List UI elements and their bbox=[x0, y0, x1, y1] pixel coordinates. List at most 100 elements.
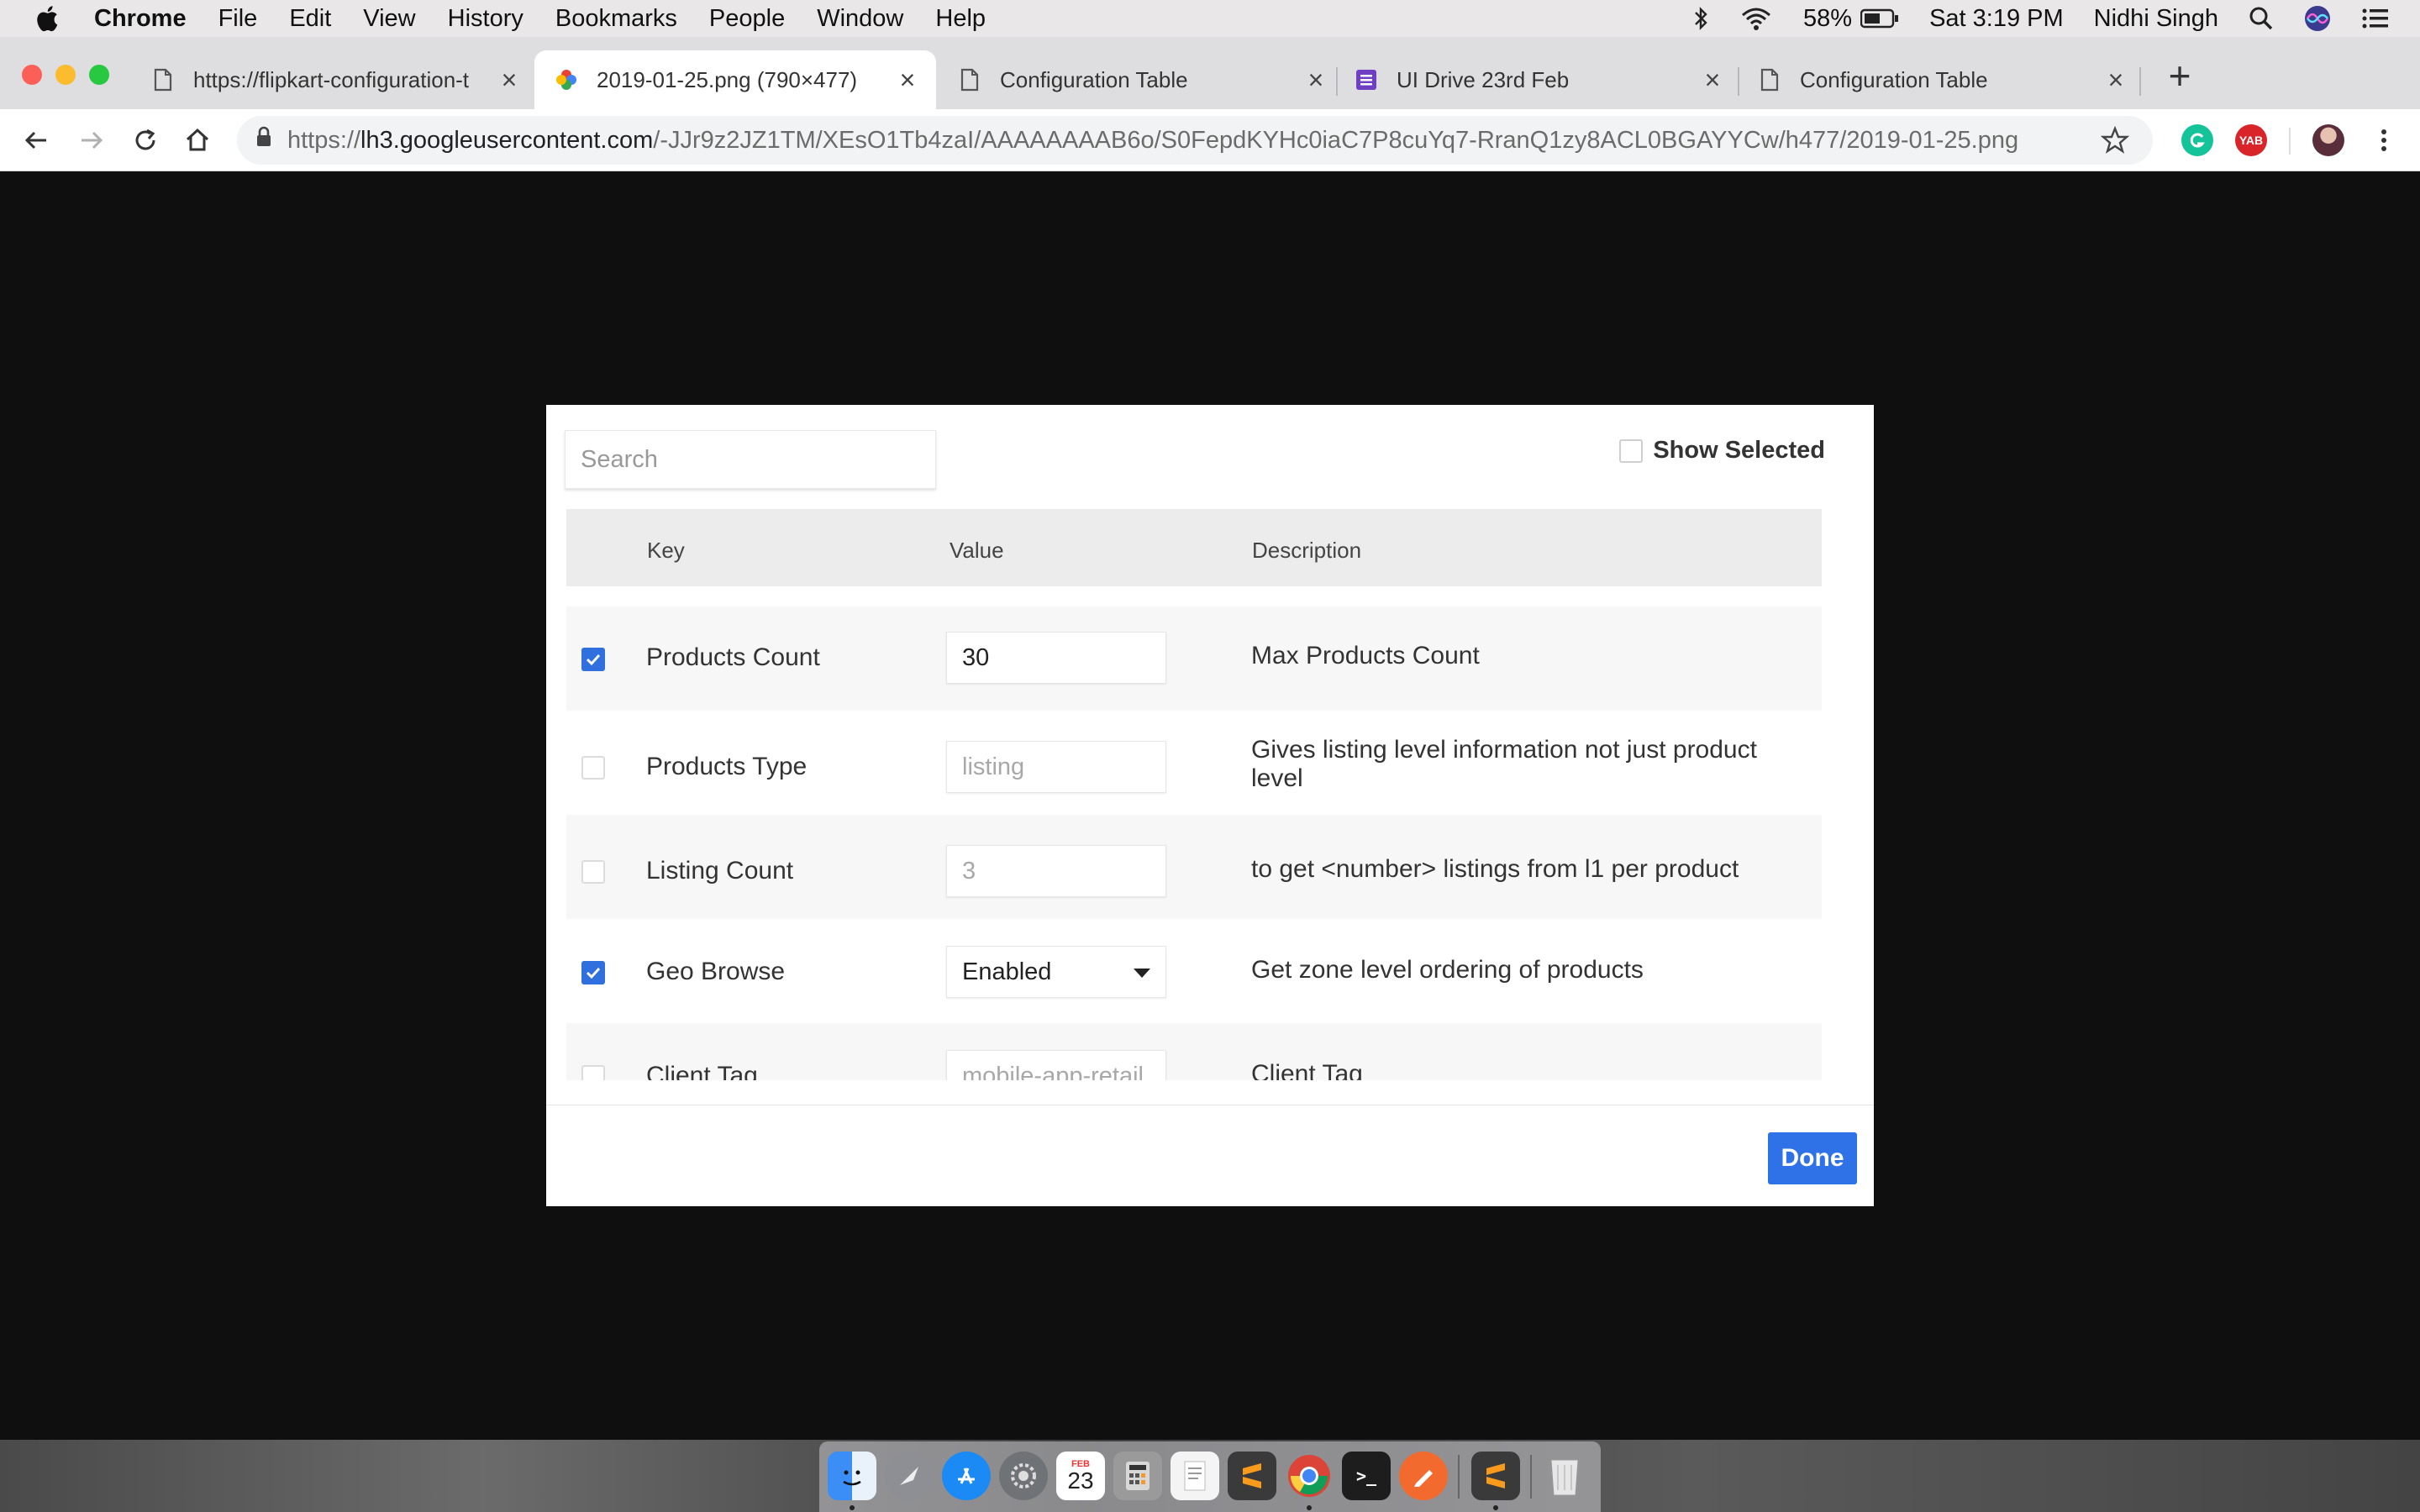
siri-icon[interactable] bbox=[2304, 5, 2331, 32]
sublime-text-icon[interactable] bbox=[1228, 1452, 1276, 1500]
trash-icon[interactable] bbox=[1540, 1452, 1589, 1500]
sublime-text-document-icon[interactable] bbox=[1471, 1452, 1520, 1500]
row-key: Client Tag bbox=[646, 1062, 758, 1080]
row-value-dropdown[interactable]: Enabled bbox=[946, 946, 1166, 998]
table-row: Client Tag mobile-app-retail Client Tag bbox=[566, 1023, 1822, 1080]
tab-title: Configuration Table bbox=[1800, 66, 1988, 92]
close-icon[interactable]: × bbox=[2104, 65, 2128, 95]
close-icon[interactable]: × bbox=[896, 65, 919, 95]
row-checkbox-unchecked[interactable] bbox=[581, 756, 605, 780]
show-selected-toggle[interactable]: Show Selected bbox=[1619, 437, 1825, 465]
show-selected-label: Show Selected bbox=[1653, 437, 1825, 464]
row-value-input[interactable]: 30 bbox=[946, 632, 1166, 684]
sheets-icon bbox=[1355, 68, 1378, 92]
calendar-icon[interactable]: FEB 23 bbox=[1056, 1452, 1105, 1500]
checkmark-icon bbox=[586, 654, 601, 666]
row-checkbox-unchecked[interactable] bbox=[581, 860, 605, 884]
column-header-description[interactable]: Description bbox=[1252, 538, 1361, 564]
reload-button[interactable] bbox=[129, 124, 161, 156]
wifi-icon[interactable] bbox=[1739, 6, 1773, 31]
new-tab-button[interactable]: + bbox=[2163, 56, 2196, 95]
running-indicator bbox=[1493, 1505, 1498, 1510]
row-value-input[interactable]: mobile-app-retail bbox=[946, 1050, 1166, 1080]
row-checkbox-checked[interactable] bbox=[581, 648, 605, 671]
close-icon[interactable]: × bbox=[497, 65, 521, 95]
menu-history[interactable]: History bbox=[448, 5, 523, 33]
close-icon[interactable]: × bbox=[1701, 65, 1724, 95]
dock: FEB 23 >_ bbox=[819, 1441, 1601, 1512]
done-button[interactable]: Done bbox=[1768, 1132, 1857, 1184]
lock-icon[interactable] bbox=[255, 126, 272, 155]
address-bar[interactable]: https://lh3.googleusercontent.com/-JJr9z… bbox=[237, 116, 2153, 165]
menu-view[interactable]: View bbox=[363, 5, 415, 33]
back-button[interactable] bbox=[20, 124, 52, 156]
grammarly-extension-icon[interactable] bbox=[2181, 124, 2213, 156]
tab-configuration-table-1[interactable]: Configuration Table × bbox=[958, 50, 1328, 109]
row-checkbox-unchecked[interactable] bbox=[581, 1065, 605, 1080]
launchpad-icon[interactable] bbox=[885, 1452, 934, 1500]
table-header: Key Value Description bbox=[566, 509, 1822, 586]
menu-window[interactable]: Window bbox=[817, 5, 903, 33]
menu-file[interactable]: File bbox=[218, 5, 258, 33]
chrome-icon[interactable] bbox=[1285, 1452, 1334, 1500]
window-minimize-button[interactable] bbox=[55, 65, 76, 85]
running-indicator bbox=[1307, 1505, 1312, 1510]
menu-chrome[interactable]: Chrome bbox=[94, 5, 187, 33]
notification-center-icon[interactable] bbox=[2361, 7, 2390, 30]
tab-title: UI Drive 23rd Feb bbox=[1397, 66, 1570, 92]
window-zoom-button[interactable] bbox=[89, 65, 109, 85]
close-icon[interactable]: × bbox=[1304, 65, 1328, 95]
tab-flipkart-configuration[interactable]: https://flipkart-configuration-t × bbox=[151, 50, 521, 109]
system-preferences-icon[interactable] bbox=[999, 1452, 1048, 1500]
tab-ui-drive[interactable]: UI Drive 23rd Feb × bbox=[1355, 50, 1724, 109]
battery-icon[interactable] bbox=[1860, 8, 1899, 29]
apple-icon[interactable] bbox=[34, 3, 64, 34]
calculator-icon[interactable] bbox=[1113, 1452, 1162, 1500]
row-value-input[interactable]: 3 bbox=[946, 845, 1166, 897]
textedit-icon[interactable] bbox=[1171, 1452, 1219, 1500]
search-input[interactable]: Search bbox=[565, 430, 936, 489]
configuration-modal: Search Show Selected Key Value Descripti… bbox=[546, 405, 1874, 1206]
url-path: /-JJr9z2JZ1TM/XEsO1Tb4zaI/AAAAAAAAB6o/S0… bbox=[653, 126, 2019, 154]
document-icon bbox=[1758, 68, 1781, 92]
menubar-user[interactable]: Nidhi Singh bbox=[2094, 5, 2218, 33]
tab-2019-01-25-png[interactable]: 2019-01-25.png (790×477) × bbox=[534, 50, 936, 109]
photos-icon bbox=[555, 68, 578, 92]
tab-configuration-table-2[interactable]: Configuration Table × bbox=[1758, 50, 2128, 109]
document-icon bbox=[151, 68, 175, 92]
bookmark-star-icon[interactable] bbox=[2100, 125, 2130, 161]
forward-button[interactable] bbox=[76, 124, 108, 156]
url-scheme: https:// bbox=[287, 126, 361, 154]
toolbar-divider bbox=[2289, 128, 2291, 155]
profile-avatar[interactable] bbox=[2312, 124, 2344, 156]
column-header-key[interactable]: Key bbox=[647, 538, 685, 564]
row-key: Products Type bbox=[646, 753, 808, 780]
terminal-icon[interactable]: >_ bbox=[1342, 1452, 1391, 1500]
tab-title: 2019-01-25.png (790×477) bbox=[597, 66, 858, 92]
spotlight-search-icon[interactable] bbox=[2249, 6, 2274, 31]
menu-help[interactable]: Help bbox=[935, 5, 986, 33]
column-header-value[interactable]: Value bbox=[950, 538, 1004, 564]
yab-extension-icon[interactable]: YAB bbox=[2235, 124, 2267, 156]
row-value-input[interactable]: listing bbox=[946, 741, 1166, 793]
menu-bookmarks[interactable]: Bookmarks bbox=[555, 5, 677, 33]
configuration-table: Key Value Description Products Count 30 … bbox=[566, 509, 1822, 1080]
home-button[interactable] bbox=[182, 124, 213, 156]
menu-edit[interactable]: Edit bbox=[289, 5, 331, 33]
bluetooth-icon[interactable] bbox=[1692, 6, 1709, 31]
window-close-button[interactable] bbox=[22, 65, 42, 85]
row-checkbox-checked[interactable] bbox=[581, 961, 605, 984]
chrome-menu-button[interactable] bbox=[2368, 124, 2400, 156]
dropdown-caret-icon bbox=[1134, 969, 1150, 978]
battery-percent: 58% bbox=[1803, 4, 1853, 32]
menu-people[interactable]: People bbox=[709, 5, 785, 33]
tab-separator bbox=[1336, 67, 1338, 96]
forward-arrow-icon bbox=[82, 131, 103, 150]
row-key: Products Count bbox=[646, 643, 820, 671]
menubar-clock[interactable]: Sat 3:19 PM bbox=[1929, 5, 2064, 33]
sketch-pen-icon[interactable] bbox=[1399, 1452, 1448, 1500]
show-selected-checkbox[interactable] bbox=[1619, 438, 1644, 463]
app-store-icon[interactable] bbox=[942, 1452, 991, 1500]
finder-icon[interactable] bbox=[828, 1452, 876, 1500]
row-description: Client Tag bbox=[1251, 1060, 1363, 1080]
